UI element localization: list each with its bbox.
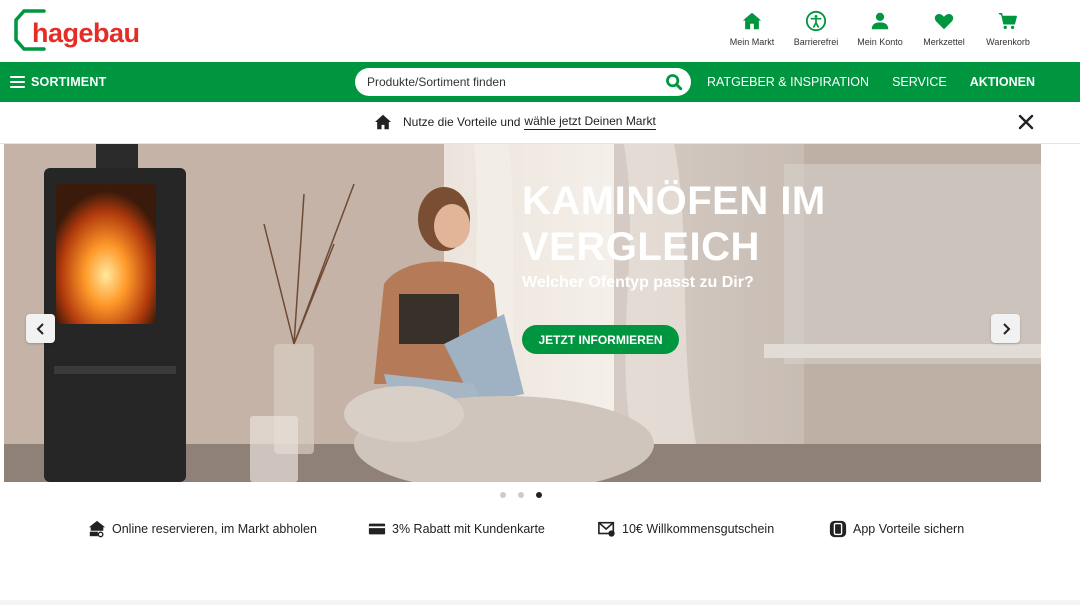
carousel-prev-button[interactable] bbox=[26, 314, 55, 343]
carousel-next-button[interactable] bbox=[991, 314, 1020, 343]
hero-subtitle: Welcher Ofentyp passt zu Dir? bbox=[522, 274, 754, 291]
home-icon bbox=[375, 114, 391, 130]
usp-reservation[interactable]: Online reservieren, im Markt abholen bbox=[88, 520, 317, 538]
barrierefrei-button[interactable]: Barrierefrei bbox=[784, 10, 848, 47]
carousel-dot-1[interactable] bbox=[500, 492, 506, 498]
carousel-pagination bbox=[500, 492, 554, 498]
search-bar bbox=[355, 68, 691, 96]
chevron-left-icon bbox=[36, 322, 44, 335]
header-actions: Mein Markt Barrierefrei Mein Konto Merkz… bbox=[720, 10, 1040, 47]
store-pickup-icon bbox=[88, 520, 106, 538]
hero-title-line-1: KAMINÖFEN IM bbox=[522, 179, 826, 223]
app-icon bbox=[829, 520, 847, 538]
mail-voucher-icon bbox=[598, 521, 615, 537]
merkzettel-button[interactable]: Merkzettel bbox=[912, 10, 976, 47]
market-selection-message: Nutze die Vorteile und wähle jetzt Deine… bbox=[374, 114, 656, 130]
sortiment-menu-button[interactable]: SORTIMENT bbox=[10, 62, 106, 102]
mein-konto-button[interactable]: Mein Konto bbox=[848, 10, 912, 47]
search-icon[interactable] bbox=[665, 73, 683, 91]
usp-reservation-label: Online reservieren, im Markt abholen bbox=[112, 522, 317, 536]
merkzettel-label: Merkzettel bbox=[923, 37, 965, 47]
usp-customer-card-label: 3% Rabatt mit Kundenkarte bbox=[392, 522, 545, 536]
footer-edge bbox=[0, 600, 1080, 605]
market-selection-text: Nutze die Vorteile und bbox=[403, 115, 521, 129]
sortiment-label: SORTIMENT bbox=[31, 75, 107, 89]
carousel-dot-2[interactable] bbox=[518, 492, 524, 498]
chevron-right-icon bbox=[1002, 322, 1010, 335]
hagebau-logo[interactable]: hagebau bbox=[10, 8, 140, 52]
header: hagebau Mein Markt Barrierefrei Mein Kon… bbox=[0, 0, 1080, 62]
mein-markt-button[interactable]: Mein Markt bbox=[720, 10, 784, 47]
hero-title: KAMINÖFEN IM VERGLEICH bbox=[522, 178, 826, 270]
warenkorb-label: Warenkorb bbox=[986, 37, 1030, 47]
home-icon bbox=[742, 12, 762, 30]
usp-customer-card[interactable]: 3% Rabatt mit Kundenkarte bbox=[368, 520, 545, 538]
nav-links: RATGEBER & INSPIRATION SERVICE AKTIONEN bbox=[684, 62, 1035, 102]
nav-service-link[interactable]: SERVICE bbox=[892, 75, 947, 89]
carousel-dot-3[interactable] bbox=[536, 492, 542, 498]
usp-bar: Online reservieren, im Markt abholen 3% … bbox=[0, 520, 1080, 542]
usp-app[interactable]: App Vorteile sichern bbox=[829, 520, 964, 538]
hero-title-line-2: VERGLEICH bbox=[522, 225, 760, 269]
hero-carousel: KAMINÖFEN IM VERGLEICH Welcher Ofentyp p… bbox=[4, 144, 1041, 482]
heart-icon bbox=[934, 14, 954, 30]
close-icon[interactable] bbox=[1018, 114, 1034, 130]
nav-aktionen-link[interactable]: AKTIONEN bbox=[970, 75, 1035, 89]
warenkorb-button[interactable]: Warenkorb bbox=[976, 10, 1040, 47]
user-icon bbox=[871, 12, 889, 30]
mein-konto-label: Mein Konto bbox=[857, 37, 903, 47]
barrierefrei-label: Barrierefrei bbox=[793, 37, 839, 47]
hamburger-menu-icon bbox=[10, 76, 25, 88]
choose-market-link[interactable]: wähle jetzt Deinen Markt bbox=[524, 114, 656, 130]
logo-text: hagebau bbox=[32, 18, 140, 48]
search-input[interactable] bbox=[355, 69, 645, 95]
usp-app-label: App Vorteile sichern bbox=[853, 522, 965, 536]
usp-welcome-voucher-label: 10€ Willkommensgutschein bbox=[622, 522, 775, 536]
nav-ratgeber-link[interactable]: RATGEBER & INSPIRATION bbox=[707, 75, 869, 89]
main-navigation: SORTIMENT RATGEBER & INSPIRATION SERVICE… bbox=[0, 62, 1080, 102]
usp-welcome-voucher[interactable]: 10€ Willkommensgutschein bbox=[598, 520, 774, 538]
jetzt-informieren-button[interactable]: JETZT INFORMIEREN bbox=[522, 325, 679, 354]
mein-markt-label: Mein Markt bbox=[729, 37, 775, 47]
market-selection-banner: Nutze die Vorteile und wähle jetzt Deine… bbox=[0, 102, 1080, 144]
cart-icon bbox=[998, 12, 1017, 30]
card-icon bbox=[368, 523, 386, 535]
accessibility-icon bbox=[805, 10, 827, 32]
